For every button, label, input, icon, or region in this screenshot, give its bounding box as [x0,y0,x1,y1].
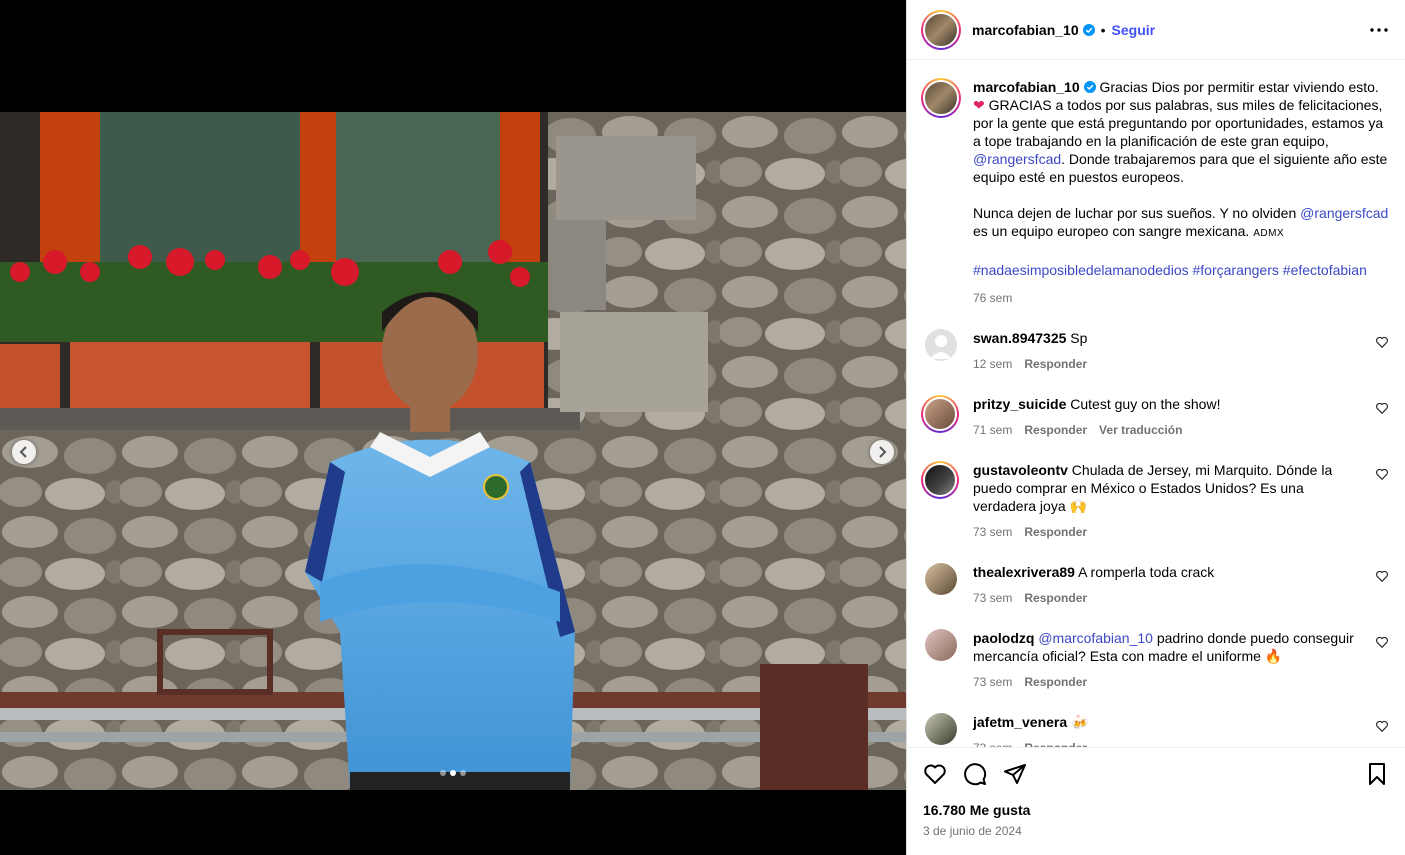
previous-image-button[interactable] [12,440,36,464]
author-avatar[interactable] [921,9,961,50]
hashtag[interactable]: #efectofabian [1283,262,1367,278]
comment-avatar[interactable] [921,461,959,499]
chevron-left-icon [19,446,27,458]
comment-text: A romperla toda crack [1078,564,1215,580]
carousel-dot [440,770,446,776]
comment-item: gustavoleontv Chulada de Jersey, mi Marq… [921,461,1391,541]
caption-text: GRACIAS a todos por sus palabras, sus mi… [973,97,1384,149]
comment-item: thealexrivera89 A romperla toda crack 73… [921,563,1391,607]
like-heart-icon[interactable] [923,762,947,786]
comment-avatar[interactable] [925,713,957,745]
caption-text: Gracias Dios por permitir estar viviendo… [1099,79,1379,95]
carousel-dots [440,770,466,776]
comment-username[interactable]: jafetm_venera [973,714,1067,730]
caption-time: 76 sem [973,291,1013,305]
post-date: 3 de junio de 2024 [923,824,1022,838]
comment-time: 73 sem [973,525,1013,539]
comment-item: jafetm_venera 🍻 73 sem Responder [921,713,1391,747]
hashtag[interactable]: #nadaesimposibledelamanodedios [973,262,1189,278]
author-username[interactable]: marcofabian_10 [972,22,1079,38]
likes-count[interactable]: 16.780 Me gusta [923,802,1389,818]
post-header: marcofabian_10 • Seguir [907,0,1405,60]
comment-text: Sp [1070,330,1088,346]
comment-item: swan.8947325 Sp 12 sem Responder [921,329,1391,373]
reply-button[interactable]: Responder [1024,355,1087,373]
comment-item: pritzy_suicide Cutest guy on the show! 7… [921,395,1391,439]
caption-admx: ADMX [1253,228,1285,239]
more-options-button[interactable] [1367,18,1391,42]
comment-item: paolodzq @marcofabian_10 padrino donde p… [921,629,1391,691]
post-photo [0,112,906,790]
caption-text: Nunca dejen de luchar por sus sueños. Y … [973,205,1301,221]
chevron-right-icon [879,446,887,458]
carousel-dot-active [450,770,456,776]
verified-badge-icon [1082,23,1095,36]
comment-bubble-icon[interactable] [963,762,987,786]
caption-username[interactable]: marcofabian_10 [973,79,1080,95]
comment-time: 73 sem [973,739,1012,747]
caption-text: es un equipo europeo con sangre mexicana… [973,223,1254,239]
like-comment-heart-icon[interactable] [1375,719,1389,733]
caption-mention[interactable]: @rangersfcad [973,151,1061,167]
comments-scroll[interactable]: marcofabian_10 Gracias Dios por permitir… [907,60,1405,747]
comment-time: 71 sem [973,423,1013,437]
comment-username[interactable]: paolodzq [973,630,1034,646]
reply-button[interactable]: Responder [1024,673,1087,691]
media-panel [0,0,906,855]
reply-button[interactable]: Responder [1024,421,1087,439]
post-actions: 16.780 Me gusta 3 de junio de 2024 [907,747,1405,855]
caption-author-avatar[interactable] [921,78,961,118]
heart-emoji: ❤ [973,97,985,113]
hashtag[interactable]: #forçarangers [1193,262,1279,278]
share-paper-plane-icon[interactable] [1003,762,1027,786]
reply-button[interactable]: Responder [1024,523,1087,541]
comment-username[interactable]: thealexrivera89 [973,564,1075,580]
comment-time: 73 sem [973,591,1013,605]
like-comment-heart-icon[interactable] [1375,467,1389,481]
comment-time: 73 sem [973,675,1013,689]
comment-text: 🍻 [1071,714,1089,730]
post-caption: marcofabian_10 Gracias Dios por permitir… [921,78,1391,307]
save-bookmark-icon[interactable] [1365,762,1389,786]
comment-mention[interactable]: @marcofabian_10 [1038,630,1153,646]
verified-badge-icon [1083,81,1096,93]
post-sidebar: marcofabian_10 • Seguir marcofabian_10 G… [906,0,1405,855]
next-image-button[interactable] [870,440,894,464]
comment-avatar[interactable] [925,329,957,361]
follow-button[interactable]: Seguir [1112,22,1156,38]
like-comment-heart-icon[interactable] [1375,401,1389,415]
more-dots-icon [1370,27,1388,32]
reply-button[interactable]: Responder [1024,589,1087,607]
carousel-dot [460,770,466,776]
comment-username[interactable]: swan.8947325 [973,330,1066,346]
comment-avatar[interactable] [925,563,957,595]
comment-text: Cutest guy on the show! [1070,396,1221,412]
default-user-icon [930,335,952,359]
caption-mention[interactable]: @rangersfcad [1300,205,1388,221]
like-comment-heart-icon[interactable] [1375,635,1389,649]
separator-dot: • [1100,21,1106,38]
like-comment-heart-icon[interactable] [1375,569,1389,583]
comment-avatar[interactable] [921,395,959,433]
reply-button[interactable]: Responder [1024,739,1087,747]
like-comment-heart-icon[interactable] [1375,335,1389,349]
translate-button[interactable]: Ver traducción [1099,421,1182,439]
comment-time: 12 sem [973,357,1013,371]
comment-avatar[interactable] [925,629,957,661]
comment-username[interactable]: gustavoleontv [973,462,1068,478]
comment-username[interactable]: pritzy_suicide [973,396,1066,412]
